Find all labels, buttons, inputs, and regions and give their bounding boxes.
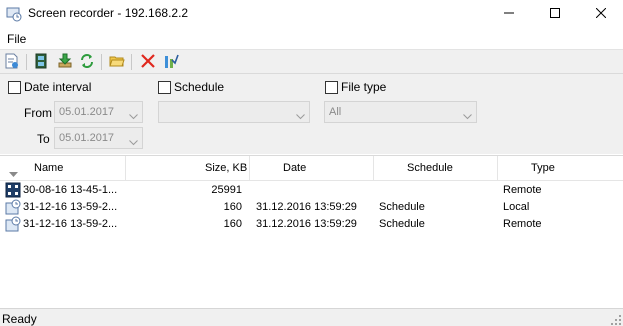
row-name: 31-12-16 13-59-2... bbox=[23, 201, 118, 213]
file-type-value: All bbox=[329, 106, 342, 118]
row-schedule: Schedule bbox=[379, 218, 425, 230]
row-size: 160 bbox=[223, 201, 242, 213]
resize-grip-icon[interactable] bbox=[611, 314, 621, 325]
file-type-label: File type bbox=[341, 80, 387, 94]
to-date-picker[interactable]: 05.01.2017 bbox=[54, 127, 143, 149]
menu-file[interactable]: File bbox=[7, 32, 26, 46]
toolbar bbox=[0, 49, 623, 73]
column-header-date[interactable]: Date bbox=[283, 162, 306, 174]
play-video-icon bbox=[33, 53, 49, 72]
chevron-down-icon bbox=[129, 135, 138, 146]
toolbar-separator bbox=[131, 54, 132, 70]
delete-icon bbox=[140, 53, 156, 72]
refresh-icon bbox=[79, 53, 95, 72]
maximize-icon bbox=[549, 7, 560, 21]
sort-arrow-icon[interactable] bbox=[9, 166, 18, 180]
file-type-checkbox[interactable] bbox=[325, 81, 338, 94]
row-type: Remote bbox=[503, 184, 542, 196]
to-date-value: 05.01.2017 bbox=[59, 132, 115, 144]
recordings-list[interactable]: Name Size, KB Date Schedule Type 30-08-1… bbox=[0, 155, 623, 307]
scheduled-file-icon bbox=[5, 216, 21, 232]
file-type-select[interactable]: All bbox=[324, 101, 477, 123]
row-date: 31.12.2016 13:59:29 bbox=[256, 218, 357, 230]
column-header-type[interactable]: Type bbox=[531, 162, 555, 174]
minimize-icon bbox=[503, 7, 514, 21]
row-date: 31.12.2016 13:59:29 bbox=[256, 201, 357, 213]
convert-button[interactable] bbox=[162, 53, 180, 71]
row-size: 160 bbox=[223, 218, 242, 230]
from-label: From bbox=[24, 106, 52, 120]
schedule-label: Schedule bbox=[174, 80, 225, 94]
video-file-icon bbox=[5, 182, 21, 198]
list-header: Name Size, KB Date Schedule Type bbox=[0, 156, 623, 181]
download-icon bbox=[57, 53, 73, 72]
delete-button[interactable] bbox=[139, 53, 157, 71]
status-bar: Ready bbox=[0, 308, 623, 326]
window-title: Screen recorder - 192.168.2.2 bbox=[28, 6, 189, 20]
row-name: 31-12-16 13-59-2... bbox=[23, 218, 118, 230]
column-divider[interactable] bbox=[373, 156, 374, 181]
maximize-button[interactable] bbox=[532, 0, 577, 28]
chevron-down-icon bbox=[129, 109, 138, 120]
scheduled-file-icon bbox=[5, 199, 21, 215]
row-type: Local bbox=[503, 201, 530, 213]
close-icon bbox=[595, 7, 606, 21]
convert-icon bbox=[163, 53, 179, 72]
chevron-down-icon bbox=[296, 109, 305, 120]
column-divider[interactable] bbox=[249, 156, 250, 181]
properties-button[interactable] bbox=[3, 53, 21, 71]
chevron-down-icon bbox=[463, 109, 472, 120]
table-row[interactable]: 30-08-16 13-45-1... 25991 Remote bbox=[0, 182, 623, 199]
title-bar: Screen recorder - 192.168.2.2 bbox=[0, 0, 623, 28]
from-date-value: 05.01.2017 bbox=[59, 106, 115, 118]
column-divider[interactable] bbox=[125, 156, 126, 181]
date-interval-checkbox[interactable] bbox=[8, 81, 21, 94]
date-interval-label: Date interval bbox=[24, 80, 92, 94]
refresh-button[interactable] bbox=[78, 53, 96, 71]
to-label: To bbox=[37, 132, 50, 146]
column-header-name[interactable]: Name bbox=[34, 162, 63, 174]
schedule-checkbox[interactable] bbox=[158, 81, 171, 94]
from-date-picker[interactable]: 05.01.2017 bbox=[54, 101, 143, 123]
schedule-select[interactable] bbox=[158, 101, 310, 123]
column-divider[interactable] bbox=[497, 156, 498, 181]
table-row[interactable]: 31-12-16 13-59-2... 160 31.12.2016 13:59… bbox=[0, 199, 623, 216]
row-schedule: Schedule bbox=[379, 201, 425, 213]
screen-recorder-icon bbox=[6, 6, 22, 22]
column-header-size[interactable]: Size, KB bbox=[205, 162, 247, 174]
open-folder-icon bbox=[109, 53, 125, 72]
minimize-button[interactable] bbox=[486, 0, 531, 28]
download-button[interactable] bbox=[56, 53, 74, 71]
row-size: 25991 bbox=[211, 184, 242, 196]
menu-bar: File bbox=[0, 29, 623, 49]
close-button[interactable] bbox=[578, 0, 623, 28]
properties-icon bbox=[4, 53, 20, 72]
filter-panel: Date interval From 05.01.2017 To 05.01.2… bbox=[0, 73, 623, 154]
open-folder-button[interactable] bbox=[108, 53, 126, 71]
table-row[interactable]: 31-12-16 13-59-2... 160 31.12.2016 13:59… bbox=[0, 216, 623, 233]
column-header-schedule[interactable]: Schedule bbox=[407, 162, 453, 174]
toolbar-separator bbox=[101, 54, 102, 70]
status-text: Ready bbox=[2, 312, 37, 326]
row-type: Remote bbox=[503, 218, 542, 230]
row-name: 30-08-16 13-45-1... bbox=[23, 184, 118, 196]
toolbar-separator bbox=[26, 54, 27, 70]
play-video-button[interactable] bbox=[32, 53, 50, 71]
